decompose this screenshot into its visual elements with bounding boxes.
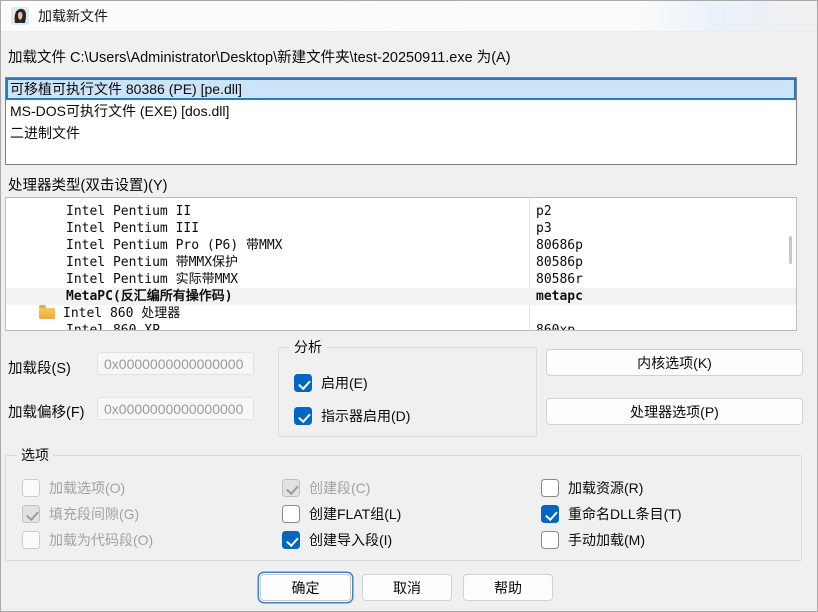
processor-options-button[interactable]: 处理器选项(P) xyxy=(546,398,803,425)
file-format-listbox[interactable]: 可移植可执行文件 80386 (PE) [pe.dll]MS-DOS可执行文件 … xyxy=(5,77,797,165)
checkbox-label-analysis-enabled: 启用(E) xyxy=(321,373,368,393)
checkbox-box-create-imports-segment xyxy=(282,531,300,549)
processor-name: Intel Pentium III xyxy=(66,220,199,237)
checkbox-label-manual-load: 手动加载(M) xyxy=(568,530,645,550)
analysis-group-title: 分析 xyxy=(290,339,326,356)
checkbox-label-create-segments: 创建段(C) xyxy=(309,478,370,498)
processor-row[interactable]: Intel Pentium Pro (P6) 带MMX 80686p xyxy=(6,237,796,254)
processor-row[interactable]: Intel 860 XP 860xp xyxy=(6,322,796,331)
checkbox-label-rename-dll-entries: 重命名DLL条目(T) xyxy=(568,504,682,524)
processor-id: metapc xyxy=(536,288,583,305)
load-new-file-dialog: 加载新文件 加载文件 C:\Users\Administrator\Deskto… xyxy=(0,0,818,612)
processor-name: Intel Pentium Pro (P6) 带MMX xyxy=(66,237,283,254)
checkbox-box-create-flat-group xyxy=(282,505,300,523)
checkbox-load-as-code-segment: 加载为代码段(O) xyxy=(22,530,153,550)
processor-row[interactable]: Intel Pentium 带MMX保护 80586p xyxy=(6,254,796,271)
checkbox-label-loading-options: 加载选项(O) xyxy=(49,478,125,498)
ida-app-icon xyxy=(11,7,29,25)
checkbox-label-create-flat-group: 创建FLAT组(L) xyxy=(309,504,401,524)
processor-id: 80686p xyxy=(536,237,583,254)
checkbox-indicator-enabled[interactable]: 指示器启用(D) xyxy=(294,406,410,426)
checkbox-fill-segment-gaps: 填充段间隙(G) xyxy=(22,504,139,524)
kernel-options-button[interactable]: 内核选项(K) xyxy=(546,349,803,376)
processor-row[interactable]: Intel 860 处理器 xyxy=(6,305,796,322)
processor-row[interactable]: Intel Pentium II p2 xyxy=(6,203,796,220)
checkbox-create-imports-segment[interactable]: 创建导入段(I) xyxy=(282,530,392,550)
processor-name: Intel 860 处理器 xyxy=(63,305,180,322)
checkbox-label-fill-segment-gaps: 填充段间隙(G) xyxy=(49,504,139,524)
checkbox-box-indicator-enabled xyxy=(294,407,312,425)
options-groupbox: 选项 加载选项(O)填充段间隙(G)加载为代码段(O)创建段(C)创建FLAT组… xyxy=(5,455,802,561)
format-list-item-dos[interactable]: MS-DOS可执行文件 (EXE) [dos.dll] xyxy=(6,100,796,122)
analysis-groupbox: 分析 启用(E)指示器启用(D) xyxy=(278,347,537,437)
checkbox-label-load-resources: 加载资源(R) xyxy=(568,478,643,498)
checkbox-label-create-imports-segment: 创建导入段(I) xyxy=(309,530,392,550)
checkbox-label-indicator-enabled: 指示器启用(D) xyxy=(321,406,410,426)
processor-id: p3 xyxy=(536,220,552,237)
load-offset-label: 加载偏移(F) xyxy=(8,401,85,422)
checkbox-box-fill-segment-gaps xyxy=(22,505,40,523)
processor-list-scrollbar[interactable] xyxy=(789,236,792,264)
load-segment-label: 加载段(S) xyxy=(8,357,71,378)
checkbox-box-rename-dll-entries xyxy=(541,505,559,523)
processor-id: 860xp xyxy=(536,322,575,331)
processor-row[interactable]: Intel Pentium III p3 xyxy=(6,220,796,237)
checkbox-box-load-resources xyxy=(541,479,559,497)
checkbox-loading-options: 加载选项(O) xyxy=(22,478,125,498)
options-group-title: 选项 xyxy=(17,447,53,464)
processor-id: p2 xyxy=(536,203,552,220)
format-list-item-binary[interactable]: 二进制文件 xyxy=(6,122,796,144)
help-button[interactable]: 帮助 xyxy=(463,574,553,601)
checkbox-load-resources[interactable]: 加载资源(R) xyxy=(541,478,643,498)
titlebar: 加载新文件 xyxy=(1,1,817,32)
processor-row[interactable]: MetaPC(反汇编所有操作码) metapc xyxy=(6,288,796,305)
cancel-button[interactable]: 取消 xyxy=(362,574,452,601)
checkbox-manual-load[interactable]: 手动加载(M) xyxy=(541,530,645,550)
processor-name: Intel Pentium 实际带MMX xyxy=(66,271,238,288)
processor-row[interactable]: Intel Pentium 实际带MMX 80586r xyxy=(6,271,796,288)
processor-name: MetaPC(反汇编所有操作码) xyxy=(66,288,233,305)
processor-name: Intel Pentium II xyxy=(66,203,191,220)
checkbox-analysis-enabled[interactable]: 启用(E) xyxy=(294,373,368,393)
file-prompt-label: 加载文件 C:\Users\Administrator\Desktop\新建文件… xyxy=(8,46,511,67)
checkbox-box-manual-load xyxy=(541,531,559,549)
load-offset-input xyxy=(97,397,254,420)
format-list-item-pe[interactable]: 可移植可执行文件 80386 (PE) [pe.dll] xyxy=(6,78,796,100)
processor-type-label: 处理器类型(双击设置)(Y) xyxy=(8,174,168,195)
checkbox-rename-dll-entries[interactable]: 重命名DLL条目(T) xyxy=(541,504,682,524)
load-segment-input xyxy=(97,352,254,375)
folder-icon xyxy=(39,308,55,319)
checkbox-box-create-segments xyxy=(282,479,300,497)
checkbox-create-segments: 创建段(C) xyxy=(282,478,370,498)
checkbox-box-analysis-enabled xyxy=(294,374,312,392)
processor-name: Intel Pentium 带MMX保护 xyxy=(66,254,238,271)
window-title: 加载新文件 xyxy=(38,6,108,26)
checkbox-create-flat-group[interactable]: 创建FLAT组(L) xyxy=(282,504,401,524)
checkbox-box-loading-options xyxy=(22,479,40,497)
processor-id: 80586p xyxy=(536,254,583,271)
ok-button[interactable]: 确定 xyxy=(260,574,351,601)
checkbox-label-load-as-code-segment: 加载为代码段(O) xyxy=(49,530,153,550)
processor-id: 80586r xyxy=(536,271,583,288)
processor-listbox[interactable]: Intel Pentium IIp2Intel Pentium IIIp3Int… xyxy=(5,197,797,331)
checkbox-box-load-as-code-segment xyxy=(22,531,40,549)
processor-name: Intel 860 XP xyxy=(66,322,160,331)
